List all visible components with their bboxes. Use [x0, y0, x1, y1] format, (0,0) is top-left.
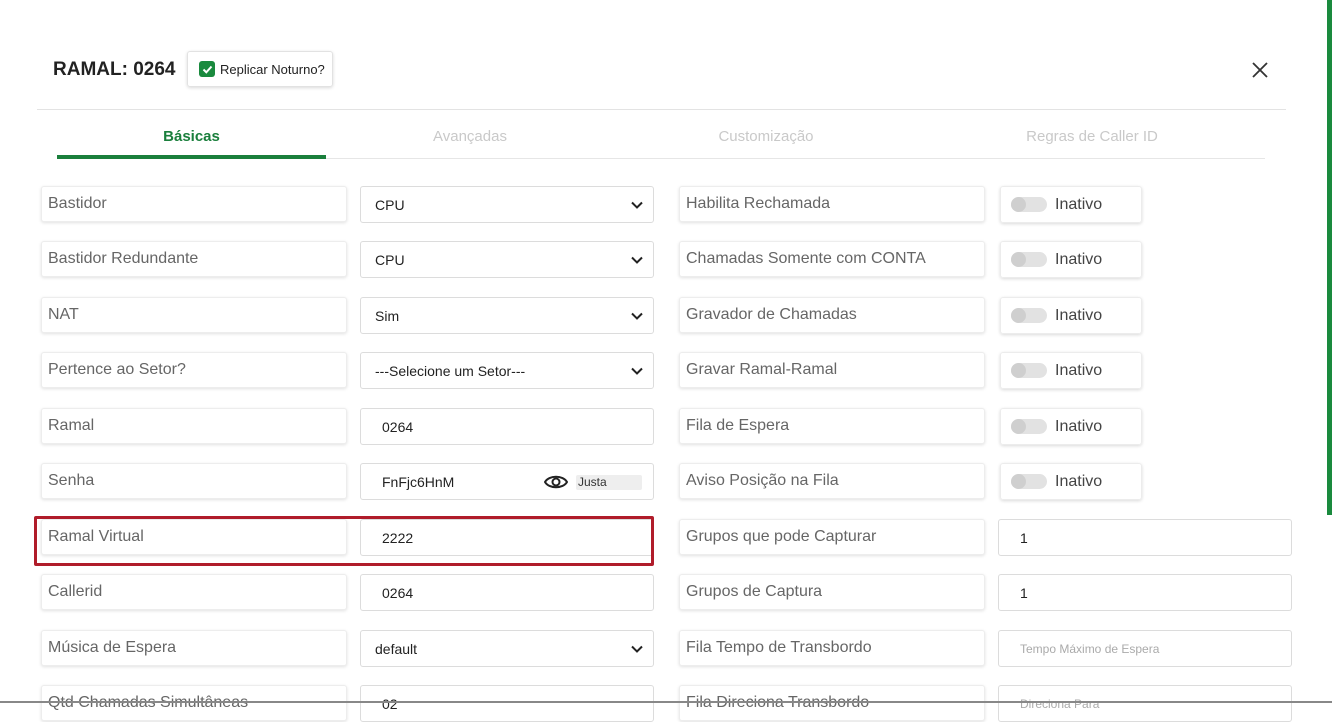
close-icon[interactable] — [1249, 59, 1271, 81]
label-ramal: Ramal — [41, 408, 347, 444]
label-gravar-ramal-ramal: Gravar Ramal-Ramal — [679, 352, 985, 388]
toggle-status: Inativo — [1055, 417, 1103, 435]
label-ramal-virtual: Ramal Virtual — [41, 519, 347, 555]
toggle-switch[interactable] — [1011, 419, 1047, 434]
qtd-chamadas-simultaneas-input[interactable]: 02 — [360, 685, 654, 722]
field-value: 0264 — [382, 584, 414, 601]
toggle-switch[interactable] — [1011, 474, 1047, 489]
callerid-input[interactable]: 0264 — [360, 574, 654, 611]
fila-tempo-de-transbordo-input[interactable]: Tempo Máximo de Espera — [998, 630, 1292, 667]
tab-basicas[interactable]: Básicas — [57, 128, 326, 145]
grupos-de-captura-input[interactable]: 1 — [998, 574, 1292, 611]
label-nat: NAT — [41, 297, 347, 333]
replicar-noturno-label: Replicar Noturno? — [220, 61, 325, 77]
field-value: 1 — [1020, 529, 1028, 546]
toggle-switch[interactable] — [1011, 308, 1047, 323]
bastidor-redundante-select[interactable]: CPU — [360, 241, 654, 278]
field-value: 1 — [1020, 584, 1028, 601]
label-grupos-de-captura: Grupos de Captura — [679, 574, 985, 610]
fila-de-espera-toggle[interactable]: Inativo — [1000, 408, 1142, 445]
ramal-input[interactable]: 0264 — [360, 408, 654, 445]
musica-de-espera-select[interactable]: default — [360, 630, 654, 667]
label-habilita-rechamada: Habilita Rechamada — [679, 186, 985, 222]
chevron-down-icon[interactable] — [630, 642, 644, 659]
field-value: 02 — [382, 695, 398, 712]
tab-customizacao[interactable]: Customização — [632, 128, 900, 145]
header-divider — [37, 109, 1286, 110]
label-senha: Senha — [41, 463, 347, 499]
eye-icon[interactable] — [543, 473, 569, 494]
field-value: ---Selecione um Setor--- — [375, 362, 526, 379]
replicar-noturno-checkbox[interactable]: Replicar Noturno? — [187, 51, 333, 87]
label-fila-direciona-transbordo: Fila Direciona Transbordo — [679, 685, 985, 721]
field-value: 2222 — [382, 529, 414, 546]
field-placeholder: Tempo Máximo de Espera — [1020, 641, 1160, 656]
label-fila-de-espera: Fila de Espera — [679, 408, 985, 444]
page-title: RAMAL: 0264 — [53, 59, 176, 80]
fila-direciona-transbordo-input[interactable]: Direciona Para — [998, 685, 1292, 722]
ramal-virtual-input[interactable]: 2222 — [360, 519, 654, 556]
gravador-de-chamadas-toggle[interactable]: Inativo — [1000, 297, 1142, 334]
label-fila-tempo-de-transbordo: Fila Tempo de Transbordo — [679, 630, 985, 666]
field-value: FnFjc6HnM — [382, 473, 455, 490]
label-bastidor: Bastidor — [41, 186, 347, 222]
tab-avancadas[interactable]: Avançadas — [336, 128, 604, 145]
chevron-down-icon[interactable] — [630, 198, 644, 215]
toggle-status: Inativo — [1055, 472, 1103, 490]
field-value: 0264 — [382, 418, 414, 435]
label-qtd-chamadas-simultaneas: Qtd Chamadas Simultâneas — [41, 685, 347, 721]
grupos-que-pode-capturar-input[interactable]: 1 — [998, 519, 1292, 556]
tab-regras-caller-id[interactable]: Regras de Caller ID — [958, 128, 1226, 145]
gravar-ramal-ramal-toggle[interactable]: Inativo — [1000, 352, 1142, 389]
password-strength-indicator: Justa — [576, 475, 642, 490]
label-musica-de-espera: Música de Espera — [41, 630, 347, 666]
checkbox-checked-icon[interactable] — [199, 61, 215, 77]
label-chamadas-somente-com-conta: Chamadas Somente com CONTA — [679, 241, 985, 277]
aviso-posicao-na-fila-toggle[interactable]: Inativo — [1000, 463, 1142, 500]
field-value: default — [375, 640, 418, 657]
chevron-down-icon[interactable] — [630, 253, 644, 270]
field-value: CPU — [375, 196, 405, 213]
toggle-switch[interactable] — [1011, 363, 1047, 378]
label-gravador-de-chamadas: Gravador de Chamadas — [679, 297, 985, 333]
label-callerid: Callerid — [41, 574, 347, 610]
label-bastidor-redundante: Bastidor Redundante — [41, 241, 347, 277]
field-value: Sim — [375, 307, 400, 324]
label-grupos-que-pode-capturar: Grupos que pode Capturar — [679, 519, 985, 555]
label-aviso-posicao-na-fila: Aviso Posição na Fila — [679, 463, 985, 499]
toggle-status: Inativo — [1055, 250, 1103, 268]
toggle-switch[interactable] — [1011, 252, 1047, 267]
toggle-switch[interactable] — [1011, 197, 1047, 212]
habilita-rechamada-toggle[interactable]: Inativo — [1000, 186, 1142, 223]
chevron-down-icon[interactable] — [630, 309, 644, 326]
label-pertence-ao-setor: Pertence ao Setor? — [41, 352, 347, 388]
toggle-status: Inativo — [1055, 195, 1103, 213]
toggle-status: Inativo — [1055, 306, 1103, 324]
senha-input[interactable]: FnFjc6HnM Justa — [360, 463, 654, 500]
active-tab-indicator — [57, 155, 326, 159]
toggle-status: Inativo — [1055, 361, 1103, 379]
pertence-ao-setor-select[interactable]: ---Selecione um Setor--- — [360, 352, 654, 389]
field-placeholder: Direciona Para — [1020, 696, 1100, 711]
bastidor-select[interactable]: CPU — [360, 186, 654, 223]
chevron-down-icon[interactable] — [630, 364, 644, 381]
nat-select[interactable]: Sim — [360, 297, 654, 334]
chamadas-somente-com-conta-toggle[interactable]: Inativo — [1000, 241, 1142, 278]
field-value: CPU — [375, 251, 405, 268]
scrollbar[interactable] — [1327, 0, 1332, 515]
